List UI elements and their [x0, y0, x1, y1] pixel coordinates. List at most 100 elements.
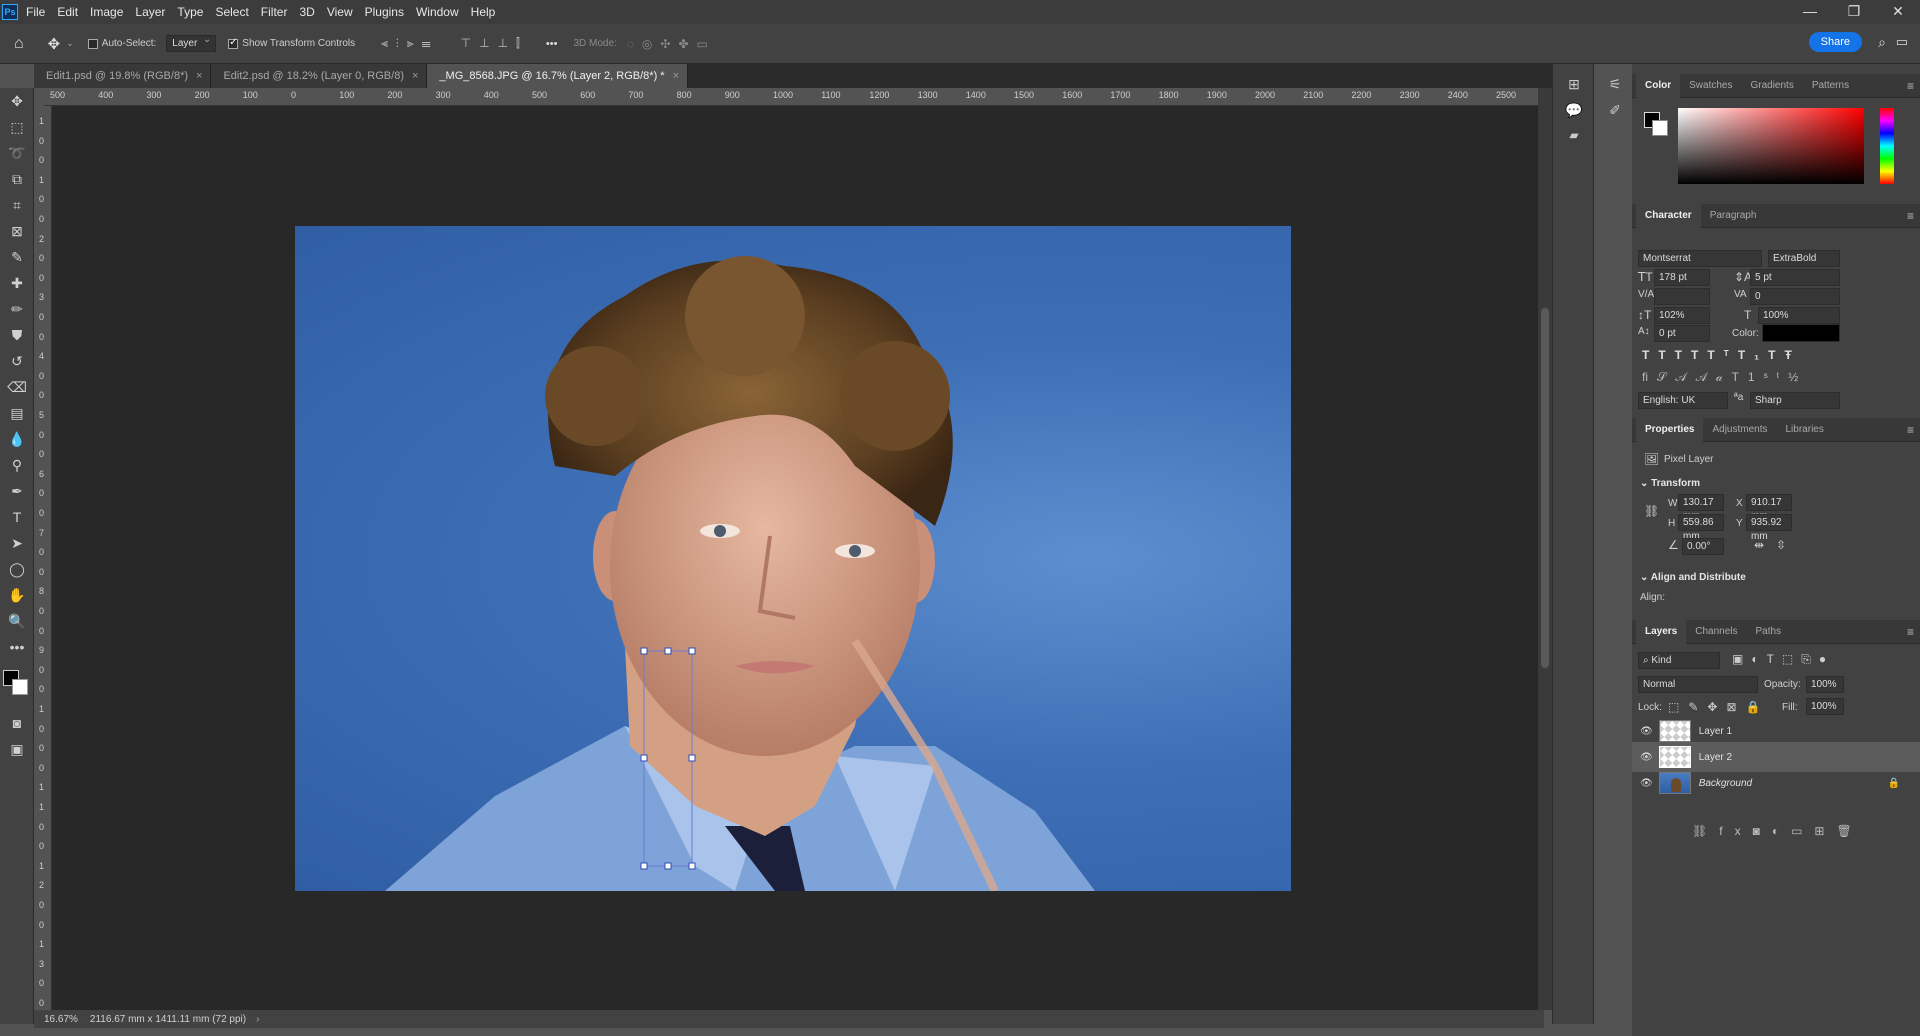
menu-edit[interactable]: Edit: [57, 5, 78, 19]
font-size-field[interactable]: 178 pt: [1654, 269, 1710, 286]
transform-handle[interactable]: [640, 754, 648, 762]
transform-handle[interactable]: [640, 647, 648, 655]
leading-field[interactable]: 5 pt: [1750, 269, 1840, 286]
share-button[interactable]: Share: [1808, 32, 1862, 52]
layer-name[interactable]: Background: [1699, 778, 1752, 789]
background-color-swatch[interactable]: [12, 679, 28, 695]
lock-icons[interactable]: ⬚✎✥⊠🔒: [1668, 700, 1769, 714]
adjustments-strip-icon[interactable]: ⚟: [1597, 76, 1633, 93]
menu-layer[interactable]: Layer: [135, 5, 165, 19]
flip-vertical-icon[interactable]: ⇳: [1776, 538, 1786, 552]
auto-select-target-dropdown[interactable]: Layer: [166, 34, 217, 52]
layers-footer-icons[interactable]: ⛓fx◙◐▭⊞🗑: [1692, 824, 1864, 838]
tab-libraries[interactable]: Libraries: [1777, 418, 1833, 442]
transform-handle[interactable]: [640, 862, 648, 870]
layer-filter-select[interactable]: ⌕ Kind: [1638, 652, 1720, 669]
hand-tool-icon[interactable]: ✋: [0, 582, 34, 608]
menu-help[interactable]: Help: [471, 5, 496, 19]
horizontal-scale-field[interactable]: 100%: [1758, 307, 1840, 324]
menu-3d[interactable]: 3D: [299, 5, 314, 19]
transform-handle[interactable]: [688, 647, 696, 655]
stamp-tool-icon[interactable]: ⛊: [0, 322, 34, 348]
blur-tool-icon[interactable]: 💧: [0, 426, 34, 452]
eyedropper-tool-icon[interactable]: ✎: [0, 244, 34, 270]
dodge-tool-icon[interactable]: ⚲: [0, 452, 34, 478]
comments-panel-icon[interactable]: 💬: [1555, 102, 1593, 119]
flip-horizontal-icon[interactable]: ⇹: [1754, 538, 1764, 552]
close-tab-icon[interactable]: ×: [196, 70, 202, 82]
layer-filter-type-icons[interactable]: ▣◐T⬚⎘●: [1732, 652, 1834, 667]
distribute-icons[interactable]: ⊤⊥⊥⫿: [461, 36, 528, 51]
path-select-tool-icon[interactable]: ➤: [0, 530, 34, 556]
type-style-icons[interactable]: TTTTTᵀT₁TŦ: [1642, 348, 1801, 362]
vertical-scroll-thumb[interactable]: [1541, 308, 1549, 668]
close-tab-icon[interactable]: ×: [412, 70, 418, 82]
visibility-eye-icon[interactable]: 👁: [1640, 778, 1653, 789]
blend-mode-select[interactable]: Normal: [1638, 676, 1758, 693]
learn-panel-icon[interactable]: ⊞: [1555, 76, 1593, 93]
zoom-level[interactable]: 16.67%: [44, 1014, 78, 1025]
color-field[interactable]: [1678, 108, 1864, 184]
lasso-tool-icon[interactable]: ➰: [0, 140, 34, 166]
layer-row-background[interactable]: 👁 Background 🔒: [1632, 768, 1920, 798]
glyphs-panel-icon[interactable]: ▰: [1555, 128, 1593, 142]
tab-adjustments[interactable]: Adjustments: [1703, 418, 1776, 442]
move-tool-icon[interactable]: ✥: [48, 35, 61, 53]
x-position-field[interactable]: 910.17 mm: [1746, 494, 1792, 522]
text-color-swatch[interactable]: [1762, 324, 1840, 342]
menu-window[interactable]: Window: [416, 5, 459, 19]
auto-select-checkbox[interactable]: [87, 38, 98, 49]
font-style-select[interactable]: ExtraBold: [1768, 250, 1840, 267]
object-select-tool-icon[interactable]: ⧉: [0, 166, 34, 192]
move-tool-icon[interactable]: ✥: [0, 88, 34, 114]
panel-menu-icon[interactable]: ≡: [1907, 625, 1914, 639]
align-section-title[interactable]: ⌄ Align and Distribute: [1640, 572, 1746, 583]
doc-tab-mg8568[interactable]: _MG_8568.JPG @ 16.7% (Layer 2, RGB/8*) *…: [427, 64, 689, 88]
close-tab-icon[interactable]: ×: [673, 70, 679, 82]
panel-menu-icon[interactable]: ≡: [1907, 79, 1914, 93]
menu-file[interactable]: File: [26, 5, 45, 19]
menu-type[interactable]: Type: [177, 5, 203, 19]
tab-character[interactable]: Character: [1636, 203, 1701, 228]
show-transform-checkbox[interactable]: [228, 37, 239, 49]
home-icon[interactable]: ⌂: [14, 35, 24, 53]
history-brush-tool-icon[interactable]: ↺: [0, 348, 34, 374]
panel-menu-icon[interactable]: ≡: [1907, 423, 1914, 437]
transform-section-title[interactable]: ⌄ Transform: [1640, 478, 1700, 489]
color-swatches[interactable]: [0, 660, 33, 710]
angle-field[interactable]: 0.00°: [1682, 538, 1724, 555]
transform-handle[interactable]: [688, 862, 696, 870]
eraser-tool-icon[interactable]: ⌫: [0, 374, 34, 400]
type-tool-icon[interactable]: T: [0, 504, 34, 530]
panel-menu-icon[interactable]: ≡: [1907, 209, 1914, 223]
tracking-field[interactable]: 0: [1750, 288, 1840, 305]
layer-name[interactable]: Layer 1: [1699, 726, 1732, 737]
y-position-field[interactable]: 935.92 mm: [1746, 514, 1792, 542]
tab-swatches[interactable]: Swatches: [1680, 74, 1741, 98]
restore-button[interactable]: ❐: [1832, 0, 1876, 24]
menu-select[interactable]: Select: [215, 5, 248, 19]
gradient-tool-icon[interactable]: ▤: [0, 400, 34, 426]
more-tools-icon[interactable]: •••: [0, 634, 34, 660]
baseline-shift-field[interactable]: 0 pt: [1654, 325, 1710, 342]
marquee-tool-icon[interactable]: ⬚: [0, 114, 34, 140]
transform-handle[interactable]: [664, 862, 672, 870]
quick-mask-icon[interactable]: ◙: [0, 710, 34, 736]
tab-channels[interactable]: Channels: [1686, 620, 1746, 644]
visibility-eye-icon[interactable]: 👁: [1640, 752, 1653, 763]
height-field[interactable]: 559.86 mm: [1678, 514, 1724, 542]
transform-controls[interactable]: [52, 106, 1538, 1010]
healing-brush-tool-icon[interactable]: ✚: [0, 270, 34, 296]
layer-name[interactable]: Layer 2: [1699, 752, 1732, 763]
vertical-ruler[interactable]: 1 0 0 1 0 0 2 0 0 3 0 0 4 0 0 5 0 0 6 0 0 7 0 0 8 0 0 9 0 0 1 0 0 0 1 1 0 0 1 2…: [34, 106, 52, 1018]
brush-settings-icon[interactable]: ✐: [1597, 102, 1633, 119]
brush-tool-icon[interactable]: ✏: [0, 296, 34, 322]
zoom-tool-icon[interactable]: 🔍: [0, 608, 34, 634]
antialias-select[interactable]: Sharp: [1750, 392, 1840, 409]
tab-paths[interactable]: Paths: [1747, 620, 1791, 644]
search-icon[interactable]: ⌕: [1878, 34, 1886, 51]
transform-handle[interactable]: [688, 754, 696, 762]
menu-view[interactable]: View: [327, 5, 353, 19]
lock-icon[interactable]: 🔒: [1888, 778, 1900, 789]
pen-tool-icon[interactable]: ✒: [0, 478, 34, 504]
